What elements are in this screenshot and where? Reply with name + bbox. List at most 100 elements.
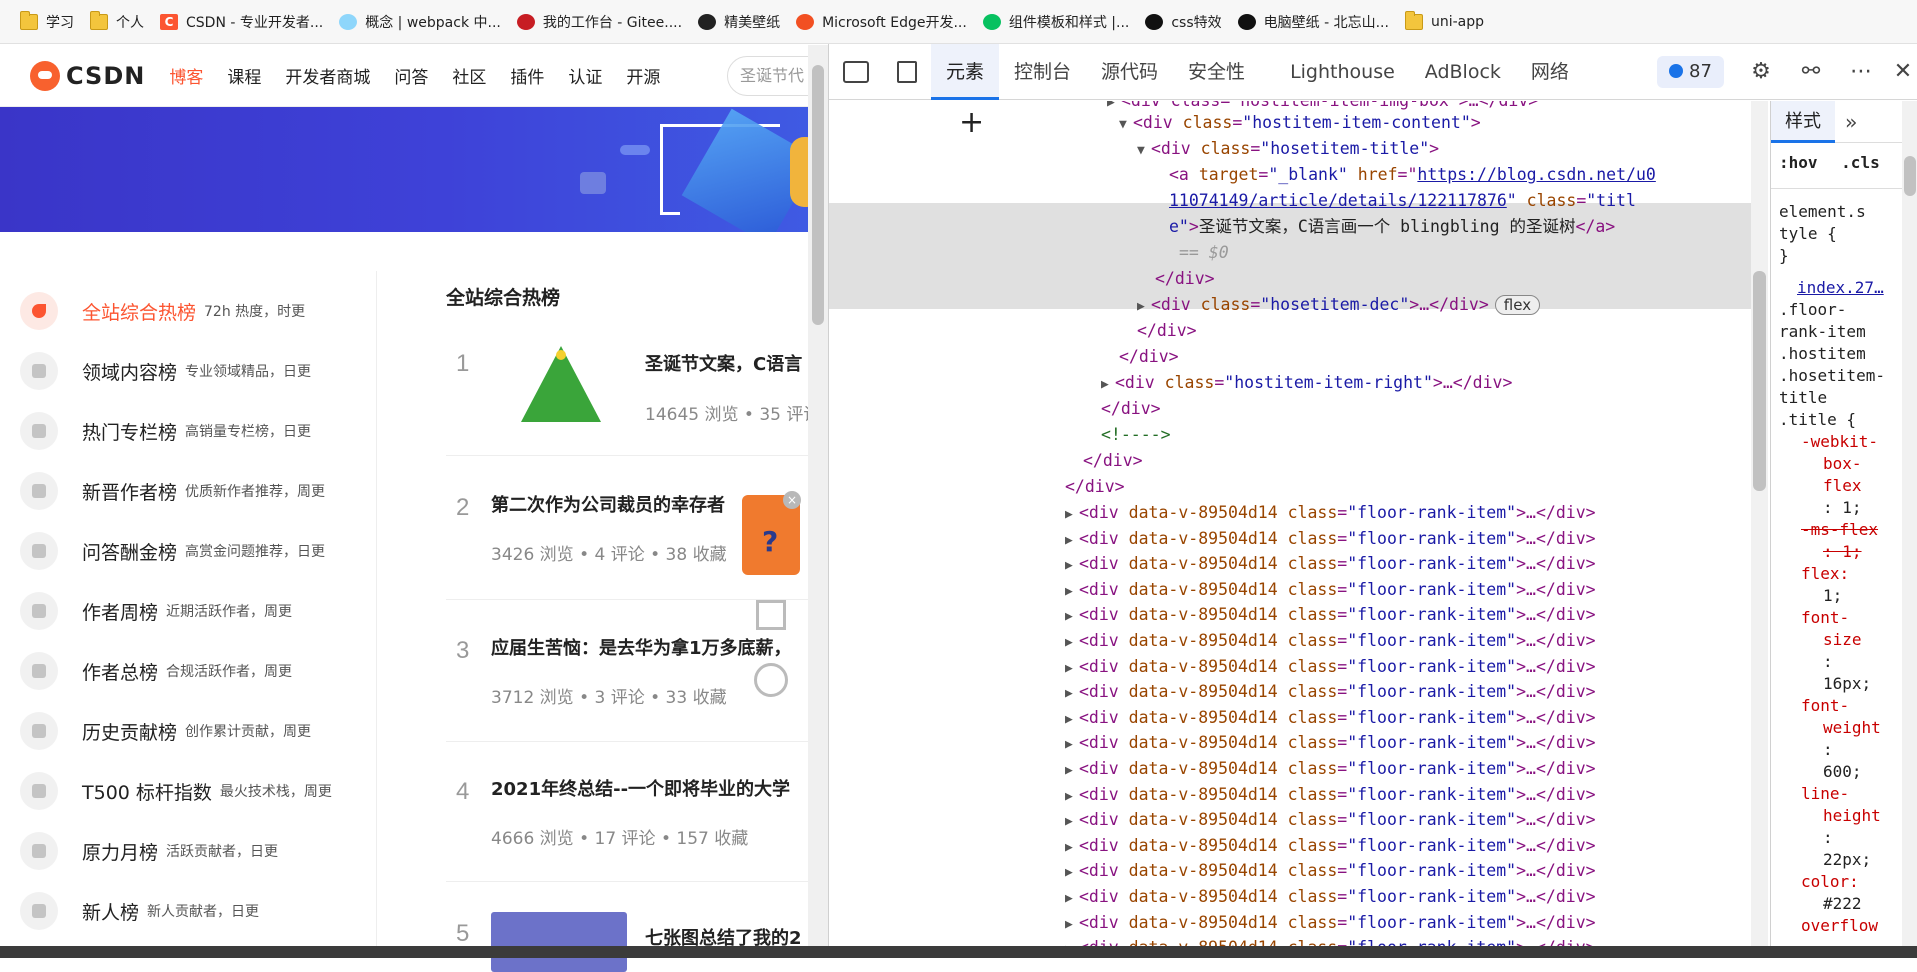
css-property[interactable]: weight xyxy=(1823,717,1881,739)
css-property[interactable]: color: xyxy=(1801,871,1859,893)
rank-item[interactable]: 历史贡献榜 创作累计贡献，周更 xyxy=(0,701,376,761)
css-property[interactable]: height xyxy=(1823,805,1881,827)
css-property[interactable]: -ms-flex xyxy=(1801,519,1878,541)
devtools-tab[interactable]: 网络 xyxy=(1516,44,1584,100)
nav-link[interactable]: 开发者商城 xyxy=(285,68,370,88)
css-property[interactable]: flex xyxy=(1823,475,1862,497)
dom-line[interactable]: ▶ <div class="hosetitem-dec">…</div> flex xyxy=(1137,292,1541,317)
page-scrollbar[interactable] xyxy=(808,45,828,958)
css-property[interactable]: overflow xyxy=(1801,915,1878,937)
css-property[interactable]: 600; xyxy=(1823,761,1862,783)
hov-toggle[interactable]: :hov xyxy=(1779,153,1818,172)
post-item[interactable]: 5 七张图总结了我的2 xyxy=(446,892,816,972)
elements-scrollbar[interactable] xyxy=(1751,101,1768,958)
bookmark-item[interactable]: 组件模板和样式 |... xyxy=(977,7,1140,37)
dom-line-floor-rank-item[interactable]: ▶<div data-v-89504d14 class="floor-rank-… xyxy=(1065,679,1596,704)
dom-line-floor-rank-item[interactable]: ▶<div data-v-89504d14 class="floor-rank-… xyxy=(1065,807,1596,832)
css-property[interactable]: #222 xyxy=(1823,893,1862,915)
cls-toggle[interactable]: .cls xyxy=(1841,153,1880,172)
dom-line-floor-rank-item[interactable]: ▶<div data-v-89504d14 class="floor-rank-… xyxy=(1065,602,1596,627)
nav-link[interactable]: 社区 xyxy=(452,68,486,88)
bookmark-item[interactable]: 我的工作台 - Gitee.... xyxy=(511,7,692,37)
bookmark-item[interactable]: 概念 | webpack 中... xyxy=(333,7,511,37)
rank-item[interactable]: 作者周榜 近期活跃作者，周更 xyxy=(0,581,376,641)
dom-line-floor-rank-item[interactable]: ▶<div data-v-89504d14 class="floor-rank-… xyxy=(1065,705,1596,730)
nav-link[interactable]: 博客 xyxy=(169,68,203,88)
close-icon[interactable]: × xyxy=(783,491,801,509)
post-title[interactable]: 应届生苦恼：是去华为拿1万多底薪， xyxy=(491,634,792,660)
elements-tree[interactable]: + ▶<div class="hostitem-item-img-box">…<… xyxy=(829,101,1751,958)
post-item[interactable]: 4 2021年终总结--一个即将毕业的大学 4666 浏览 • 17 评论 • 15… xyxy=(446,752,816,882)
rank-item[interactable]: 热门专栏榜 高销量专栏榜，日更 xyxy=(0,401,376,461)
csdn-logo[interactable]: CSDN xyxy=(30,60,145,91)
devtools-tab[interactable]: 安全性 xyxy=(1173,44,1260,100)
devtools-tab[interactable]: Lighthouse xyxy=(1260,44,1410,100)
css-property[interactable]: : xyxy=(1823,827,1833,849)
stylesheet-source-link[interactable]: index.27… xyxy=(1797,277,1884,299)
qrcode-icon[interactable] xyxy=(756,600,786,630)
rank-item[interactable]: 新人榜 新人贡献者，日更 xyxy=(0,881,376,941)
dom-line-floor-rank-item[interactable]: ▶<div data-v-89504d14 class="floor-rank-… xyxy=(1065,628,1596,653)
dom-line-floor-rank-item[interactable]: ▶<div data-v-89504d14 class="floor-rank-… xyxy=(1065,756,1596,781)
dom-line[interactable]: ▼ <div class="hosetitem-title"> xyxy=(1137,136,1439,161)
dom-line[interactable]: ▼ <div class="hostitem-item-content"> xyxy=(1119,110,1481,135)
gear-icon[interactable]: ⚙ xyxy=(1747,58,1775,86)
css-property[interactable]: : 1; xyxy=(1823,541,1862,563)
rank-item[interactable]: 领域内容榜 专业领域精品，日更 xyxy=(0,341,376,401)
bookmark-item[interactable]: uni-app xyxy=(1399,7,1494,37)
css-property[interactable]: : xyxy=(1823,651,1833,673)
dom-line-floor-rank-item[interactable]: ▶<div data-v-89504d14 class="floor-rank-… xyxy=(1065,654,1596,679)
css-property[interactable]: : 1; xyxy=(1823,497,1862,519)
issues-badge[interactable]: 87 xyxy=(1657,56,1724,88)
hero-banner[interactable] xyxy=(0,107,808,232)
dom-line-floor-rank-item[interactable]: ▶<div data-v-89504d14 class="floor-rank-… xyxy=(1065,526,1596,551)
rank-item[interactable]: 全站综合热榜 72h 热度，时更 xyxy=(0,281,376,341)
search-input[interactable]: 圣诞节代 xyxy=(727,56,808,96)
nav-link[interactable]: 插件 xyxy=(510,68,544,88)
dom-line-floor-rank-item[interactable]: ▶<div data-v-89504d14 class="floor-rank-… xyxy=(1065,500,1596,525)
styles-scrollbar[interactable] xyxy=(1902,101,1917,958)
inspect-element-icon[interactable] xyxy=(843,60,869,83)
dom-line-floor-rank-item[interactable]: ▶<div data-v-89504d14 class="floor-rank-… xyxy=(1065,782,1596,807)
bookmark-item[interactable]: 精美壁纸 xyxy=(692,7,790,37)
scrollbar-thumb[interactable] xyxy=(1904,156,1916,196)
post-thumbnail[interactable] xyxy=(491,912,627,972)
dom-line-floor-rank-item[interactable]: ▶<div data-v-89504d14 class="floor-rank-… xyxy=(1065,910,1596,935)
nav-link[interactable]: 课程 xyxy=(227,68,261,88)
chevron-double-right-icon[interactable]: » xyxy=(1845,110,1857,134)
device-toolbar-icon[interactable] xyxy=(897,60,917,83)
css-property[interactable]: flex: xyxy=(1801,563,1849,585)
css-property[interactable]: font- xyxy=(1801,607,1849,629)
rank-item[interactable]: 问答酬金榜 高赏金问题推荐，日更 xyxy=(0,521,376,581)
dom-line[interactable]: ▶ <div class="hostitem-item-right">…</div… xyxy=(1101,370,1512,395)
bookmark-item[interactable]: 学习 xyxy=(14,7,84,37)
plus-icon[interactable]: + xyxy=(959,105,984,140)
css-property[interactable]: size xyxy=(1823,629,1862,651)
more-options-icon[interactable]: ⋯ xyxy=(1847,58,1875,86)
dom-line-floor-rank-item[interactable]: ▶<div data-v-89504d14 class="floor-rank-… xyxy=(1065,884,1596,909)
rank-item[interactable]: 原力月榜 活跃贡献者，日更 xyxy=(0,821,376,881)
css-property[interactable]: 22px; xyxy=(1823,849,1871,871)
rank-item[interactable]: T500 标杆指数 最火技术栈，周更 xyxy=(0,761,376,821)
css-property[interactable]: : xyxy=(1823,739,1833,761)
dom-line-selected[interactable]: <a target="_blank" href="https://blog.cs… xyxy=(1169,162,1656,187)
nav-link[interactable]: 问答 xyxy=(394,68,428,88)
nav-link[interactable]: 认证 xyxy=(568,68,602,88)
rank-item[interactable]: 作者总榜 合规活跃作者，周更 xyxy=(0,641,376,701)
tab-styles[interactable]: 样式 xyxy=(1771,101,1835,143)
connect-icon[interactable]: ⚯ xyxy=(1797,58,1825,86)
css-property[interactable]: 16px; xyxy=(1823,673,1871,695)
css-property[interactable]: box- xyxy=(1823,453,1862,475)
bookmark-item[interactable]: C CSDN - 专业开发者... xyxy=(154,7,333,37)
scrollbar-thumb[interactable] xyxy=(1753,271,1766,491)
post-title[interactable]: 圣诞节文案，C语言 xyxy=(645,350,802,376)
christmas-tree-thumbnail[interactable] xyxy=(501,346,621,424)
css-property[interactable]: -webkit- xyxy=(1801,431,1878,453)
devtools-tab[interactable]: AdBlock xyxy=(1410,44,1516,100)
post-title[interactable]: 2021年终总结--一个即将毕业的大学 xyxy=(491,775,790,801)
devtools-tab[interactable]: 源代码 xyxy=(1086,44,1173,100)
rank-item[interactable]: 新晋作者榜 优质新作者推荐，周更 xyxy=(0,461,376,521)
close-devtools-icon[interactable]: ✕ xyxy=(1889,58,1917,86)
css-property[interactable]: font- xyxy=(1801,695,1849,717)
dom-line-floor-rank-item[interactable]: ▶<div data-v-89504d14 class="floor-rank-… xyxy=(1065,833,1596,858)
